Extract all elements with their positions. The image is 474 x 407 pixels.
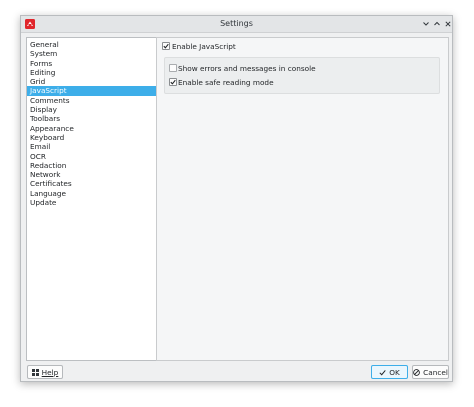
safe-reading-checkbox[interactable] [169,78,177,86]
sidebar-item-certificates[interactable]: Certificates [27,179,170,188]
sidebar-item-appearance[interactable]: Appearance [27,124,170,133]
sidebar-item-editing[interactable]: Editing [27,68,170,77]
ok-button[interactable]: OK [371,365,408,379]
help-label: Help [41,367,59,377]
sidebar-item-network[interactable]: Network [27,170,170,179]
help-icon [31,368,39,376]
sidebar-item-comments[interactable]: Comments [27,96,170,105]
help-button[interactable]: Help [27,365,63,379]
show-errors-label[interactable]: Show errors and messages in console [178,64,316,73]
sidebar-item-forms[interactable]: Forms [27,59,170,68]
enable-javascript-label[interactable]: Enable JavaScript [172,42,236,51]
enable-javascript-checkbox[interactable] [162,42,170,50]
checkmark-icon [163,43,169,49]
sidebar-item-display[interactable]: Display [27,105,170,114]
sidebar-item-redaction[interactable]: Redaction [27,161,170,170]
cancel-icon [413,368,420,376]
settings-dialog: Settings General System Forms Editing Grid Ja… [20,15,453,382]
sidebar-item-email[interactable]: Email [27,142,170,151]
javascript-settings-panel: Enable JavaScript Show errors and messag… [156,37,449,361]
check-icon [379,369,386,375]
show-errors-checkbox[interactable] [169,64,177,72]
cancel-button[interactable]: Cancel [412,365,449,379]
sidebar-item-keyboard[interactable]: Keyboard [27,133,170,142]
sidebar-item-grid[interactable]: Grid [27,77,170,86]
checkmark-icon [170,79,176,85]
safe-reading-label[interactable]: Enable safe reading mode [178,78,274,87]
maximize-icon [434,21,440,26]
title-bar[interactable]: Settings [21,16,452,33]
sidebar-item-system[interactable]: System [27,49,170,58]
settings-category-list[interactable]: General System Forms Editing Grid JavaScript C… [26,37,171,361]
ok-label: OK [389,367,400,377]
sidebar-item-ocr[interactable]: OCR [27,152,170,161]
sidebar-item-toolbars[interactable]: Toolbars [27,114,170,123]
close-button[interactable] [442,18,452,30]
cancel-label: Cancel [423,367,448,377]
window-title: Settings [220,19,253,28]
sidebar-item-javascript[interactable]: JavaScript [27,86,170,96]
javascript-options-group: Show errors and messages in console Enab… [164,57,440,94]
close-icon [445,21,451,27]
sidebar-item-general[interactable]: General [27,40,170,49]
sidebar-item-update[interactable]: Update [27,198,170,207]
sidebar-item-language[interactable]: Language [27,189,170,198]
minimize-icon [423,22,429,26]
